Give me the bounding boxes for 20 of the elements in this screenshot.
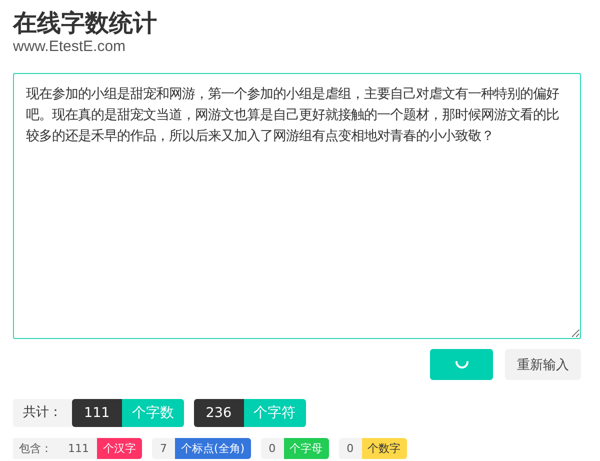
loading-spinner-icon xyxy=(454,360,468,368)
text-input-field[interactable]: 现在参加的小组是甜宠和网游，第一个参加的小组是虐组，主要自己对虐文有一种特别的偏好吧。现在真的是甜宠文当道，网游文也算是自己更好就接触的一个题材，那时候网游文看的比较多的还是禾早的作品，所以后来又加入了网游组有点变相地对青春的小小致敬？ xyxy=(13,73,581,339)
detail-count: 7 xyxy=(152,438,175,459)
detail-label: 包含： xyxy=(13,438,60,459)
page-title: 在线字数统计 xyxy=(13,8,158,38)
submit-button[interactable] xyxy=(430,349,493,380)
total-count: 111 xyxy=(72,399,122,427)
detail-count: 0 xyxy=(338,438,362,459)
total-label: 共计： xyxy=(13,399,72,427)
total-count: 236 xyxy=(194,399,244,427)
detail-tag: 个数字 xyxy=(362,438,407,459)
detail-count: 111 xyxy=(60,438,97,459)
total-unit: 个字符 xyxy=(244,399,306,427)
site-url: www.EtestE.com xyxy=(13,38,127,56)
detail-tag: 个汉字 xyxy=(97,438,142,459)
reset-button[interactable]: 重新输入 xyxy=(505,349,581,380)
detail-tag: 个字母 xyxy=(284,438,329,459)
total-unit: 个字数 xyxy=(122,399,184,427)
detail-tag: 个标点(全角) xyxy=(175,438,251,459)
detail-count: 0 xyxy=(260,438,284,459)
